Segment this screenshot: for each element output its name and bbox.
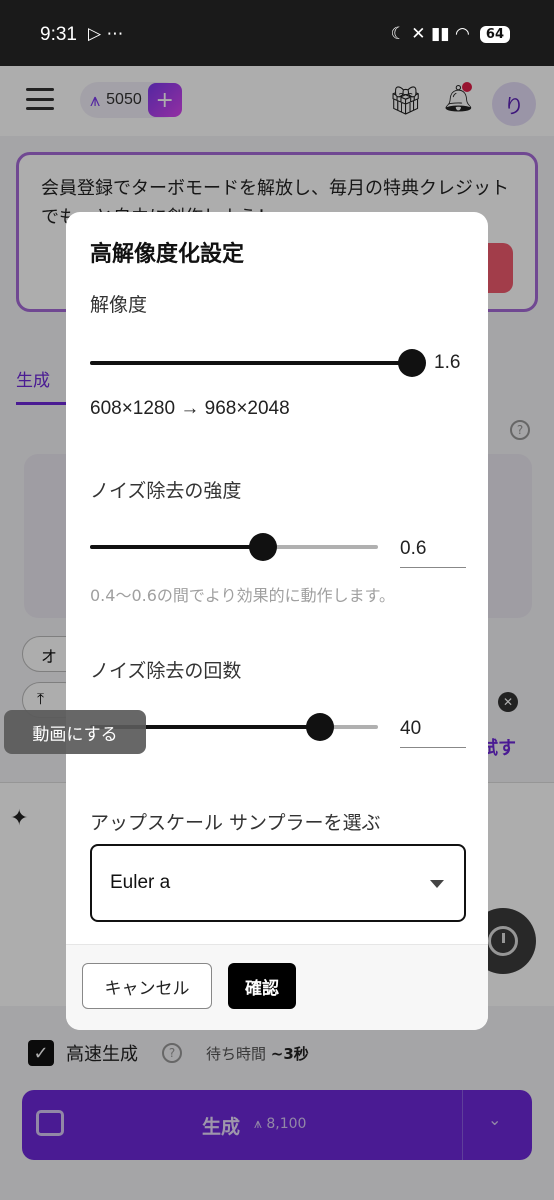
upscale-settings-dialog: 高解像度化設定 解像度 1.6 608×1280 → 968×2048 ノイズ除… <box>66 212 488 1030</box>
denoise-steps-slider-thumb[interactable] <box>306 713 334 741</box>
notification-icons: ▷ ⋯ <box>88 24 124 44</box>
denoise-strength-field[interactable]: 0.6 <box>400 528 466 568</box>
status-bar: 9:31 ▷ ⋯ ☾ ✕ ▮▮ ◠ 64 <box>0 0 554 66</box>
status-time: 9:31 <box>40 24 77 45</box>
signal-icons: ☾ ✕ ▮▮ ◠ <box>390 24 470 44</box>
sampler-label: アップスケール サンプラーを選ぶ <box>90 812 381 834</box>
sampler-value: Euler a <box>110 872 171 893</box>
resolution-slider-thumb[interactable] <box>398 349 426 377</box>
dialog-title: 高解像度化設定 <box>90 242 245 267</box>
cancel-button[interactable]: キャンセル <box>82 963 212 1009</box>
denoise-steps-field[interactable]: 40 <box>400 708 466 748</box>
resolution-slider[interactable] <box>90 348 426 378</box>
denoise-strength-label: ノイズ除去の強度 <box>90 480 242 502</box>
confirm-button[interactable]: 確認 <box>228 963 296 1009</box>
resolution-dimensions: 608×1280 → 968×2048 <box>90 398 290 419</box>
resolution-value: 1.6 <box>434 352 461 373</box>
battery-icon: 64 <box>479 25 510 43</box>
sampler-select[interactable]: Euler a <box>90 844 466 922</box>
denoise-hint: 0.4〜0.6の間でより効果的に動作します。 <box>90 586 395 605</box>
video-tooltip: 動画にする <box>4 710 146 754</box>
denoise-strength-slider-thumb[interactable] <box>249 533 277 561</box>
denoise-steps-label: ノイズ除去の回数 <box>90 660 242 682</box>
dropdown-arrow-icon <box>430 880 444 888</box>
denoise-strength-slider[interactable] <box>90 532 378 562</box>
resolution-label: 解像度 <box>90 294 148 316</box>
dialog-footer: キャンセル 確認 <box>66 944 488 1030</box>
system-icons: ☾ ✕ ▮▮ ◠ 64 <box>391 24 510 44</box>
